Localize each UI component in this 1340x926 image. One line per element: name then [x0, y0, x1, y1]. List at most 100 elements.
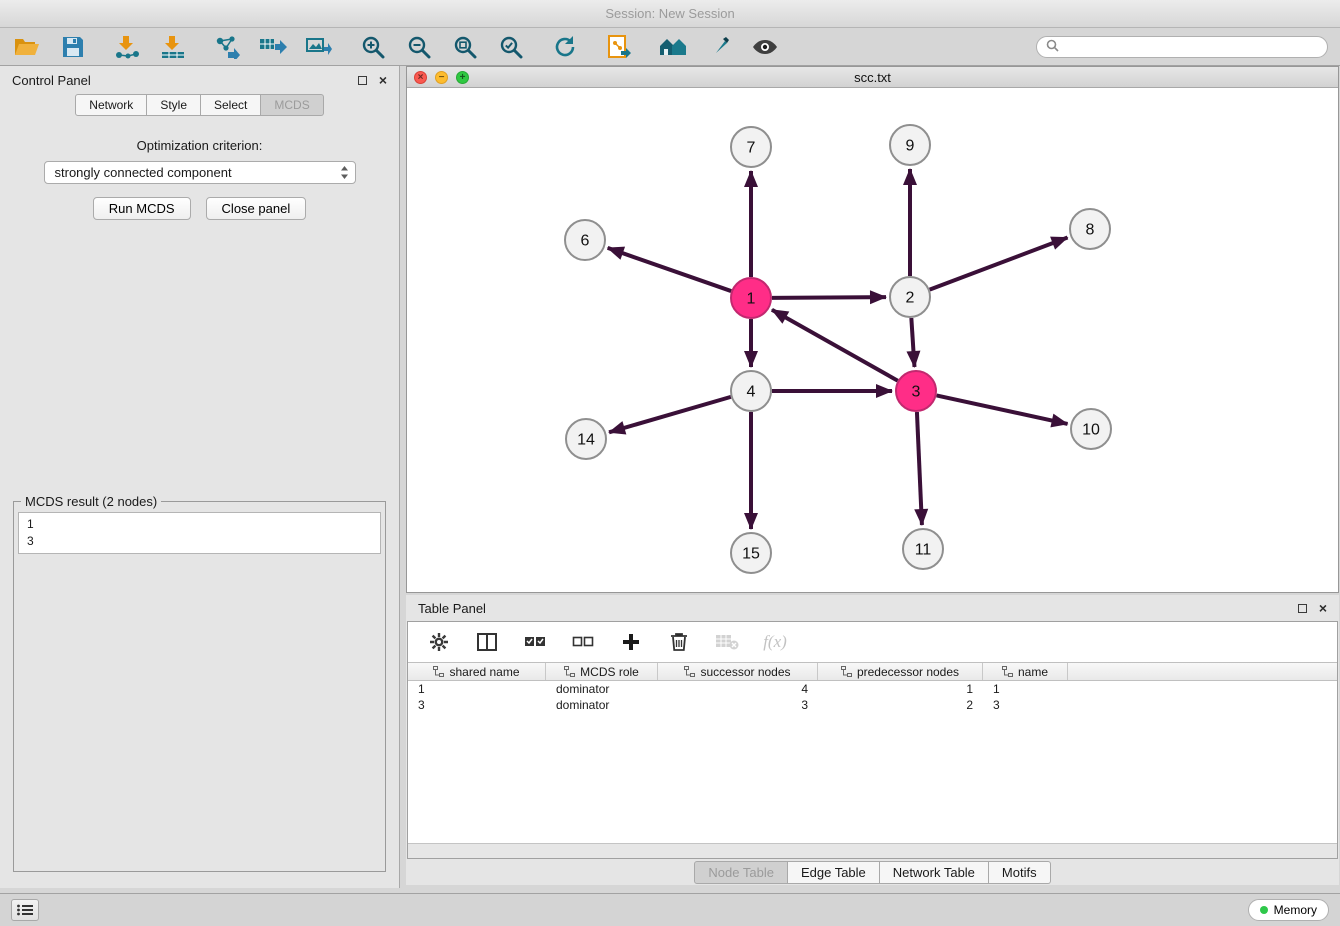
- zoom-window-icon[interactable]: +: [456, 71, 469, 84]
- column-header-MCDS-role[interactable]: MCDS role: [546, 663, 658, 680]
- network-table-icon[interactable]: [258, 33, 288, 61]
- clipboard-network-icon[interactable]: [604, 33, 634, 61]
- table-panel-header: Table Panel ×: [406, 595, 1339, 621]
- tab-node-table[interactable]: Node Table: [694, 861, 788, 884]
- mcds-buttons: Run MCDS Close panel: [0, 197, 399, 220]
- tab-mcds[interactable]: MCDS: [261, 94, 323, 116]
- tab-network-table[interactable]: Network Table: [880, 861, 989, 884]
- import-network-icon[interactable]: [112, 33, 142, 61]
- mcds-result-list[interactable]: 13: [18, 512, 381, 554]
- control-panel-title: Control Panel: [12, 73, 91, 88]
- toolbar-group: [112, 33, 188, 61]
- close-window-icon[interactable]: ×: [414, 71, 427, 84]
- column-header-name[interactable]: name: [983, 663, 1068, 680]
- node-2[interactable]: 2: [890, 277, 930, 317]
- search-input[interactable]: [1064, 40, 1318, 54]
- select-all-icon[interactable]: [520, 628, 550, 656]
- node-10[interactable]: 10: [1071, 409, 1111, 449]
- task-history-button[interactable]: [11, 899, 39, 921]
- columns-icon[interactable]: [472, 628, 502, 656]
- tab-style[interactable]: Style: [147, 94, 201, 116]
- network-canvas[interactable]: 7 9 6 8 1 2 4 3 14 10 15 11: [407, 88, 1338, 592]
- table-cell: 2: [818, 697, 983, 713]
- node-14[interactable]: 14: [566, 419, 606, 459]
- tab-network[interactable]: Network: [75, 94, 147, 116]
- node-6[interactable]: 6: [565, 220, 605, 260]
- refresh-icon[interactable]: [550, 33, 580, 61]
- svg-text:4: 4: [747, 384, 756, 401]
- toolbar-group: [358, 33, 526, 61]
- zoom-selected-icon[interactable]: [496, 33, 526, 61]
- sort-icon: [1002, 666, 1013, 677]
- sort-icon: [564, 666, 575, 677]
- zoom-out-icon[interactable]: [404, 33, 434, 61]
- float-panel-icon[interactable]: [358, 76, 367, 85]
- tab-motifs[interactable]: Motifs: [989, 861, 1051, 884]
- toolbar-group: [212, 33, 334, 61]
- window-titlebar: Session: New Session: [0, 0, 1340, 28]
- node-15[interactable]: 15: [731, 533, 771, 573]
- deselect-all-icon[interactable]: [568, 628, 598, 656]
- tab-edge-table[interactable]: Edge Table: [788, 861, 880, 884]
- add-row-icon[interactable]: [616, 628, 646, 656]
- node-8[interactable]: 8: [1070, 209, 1110, 249]
- open-session-icon[interactable]: [12, 33, 42, 61]
- float-table-panel-icon[interactable]: [1298, 604, 1307, 613]
- svg-text:1: 1: [747, 291, 756, 308]
- horizontal-scrollbar[interactable]: [408, 843, 1337, 858]
- sort-icon: [433, 666, 444, 677]
- edge-1-2[interactable]: [772, 297, 886, 298]
- optimization-dropdown[interactable]: strongly connected component: [44, 161, 356, 184]
- node-9[interactable]: 9: [890, 125, 930, 165]
- edge-3-11[interactable]: [917, 412, 922, 525]
- column-header-successor-nodes[interactable]: successor nodes: [658, 663, 818, 680]
- export-image-icon[interactable]: [304, 33, 334, 61]
- export-network-icon[interactable]: [212, 33, 242, 61]
- memory-label: Memory: [1274, 903, 1317, 917]
- edge-1-6[interactable]: [608, 248, 732, 291]
- node-1[interactable]: 1: [731, 278, 771, 318]
- edge-3-1[interactable]: [772, 310, 898, 381]
- close-table-panel-icon[interactable]: ×: [1319, 602, 1327, 614]
- home-icon[interactable]: [658, 33, 688, 61]
- column-header-shared-name[interactable]: shared name: [408, 663, 546, 680]
- node-4[interactable]: 4: [731, 371, 771, 411]
- mcds-result-title: MCDS result (2 nodes): [21, 494, 161, 509]
- status-bar: Memory: [0, 893, 1340, 926]
- tab-select[interactable]: Select: [201, 94, 261, 116]
- edge-3-10[interactable]: [937, 395, 1068, 423]
- network-window: × − + scc.txt 7968124314101511: [406, 66, 1339, 593]
- main-toolbar: [0, 28, 1340, 66]
- memory-button[interactable]: Memory: [1248, 899, 1329, 921]
- edge-4-14[interactable]: [609, 397, 731, 432]
- edge-2-3[interactable]: [911, 318, 914, 367]
- column-label: predecessor nodes: [857, 665, 959, 679]
- delete-row-icon[interactable]: [664, 628, 694, 656]
- dropdown-arrows-icon: [340, 165, 349, 180]
- window-title: Session: New Session: [605, 6, 734, 21]
- table-row[interactable]: 3dominator323: [408, 697, 1337, 713]
- sort-icon: [684, 666, 695, 677]
- node-11[interactable]: 11: [903, 529, 943, 569]
- delete-table-icon: [712, 628, 742, 656]
- close-panel-icon[interactable]: ×: [379, 74, 387, 86]
- table-row[interactable]: 1dominator411: [408, 681, 1337, 697]
- edge-2-8[interactable]: [930, 237, 1068, 289]
- zoom-in-icon[interactable]: [358, 33, 388, 61]
- node-3[interactable]: 3: [896, 371, 936, 411]
- svg-text:3: 3: [912, 384, 921, 401]
- save-session-icon[interactable]: [58, 33, 88, 61]
- run-mcds-button[interactable]: Run MCDS: [93, 197, 191, 220]
- import-table-icon[interactable]: [158, 33, 188, 61]
- eye-icon[interactable]: [750, 33, 780, 61]
- column-label: MCDS role: [580, 665, 639, 679]
- style-icon[interactable]: [704, 33, 734, 61]
- column-header-predecessor-nodes[interactable]: predecessor nodes: [818, 663, 983, 680]
- search-box[interactable]: [1036, 36, 1328, 58]
- node-7[interactable]: 7: [731, 127, 771, 167]
- minimize-window-icon[interactable]: −: [435, 71, 448, 84]
- close-panel-button[interactable]: Close panel: [206, 197, 307, 220]
- gear-icon[interactable]: [424, 628, 454, 656]
- control-panel: Control Panel × NetworkStyleSelectMCDS O…: [0, 66, 400, 888]
- zoom-fit-icon[interactable]: [450, 33, 480, 61]
